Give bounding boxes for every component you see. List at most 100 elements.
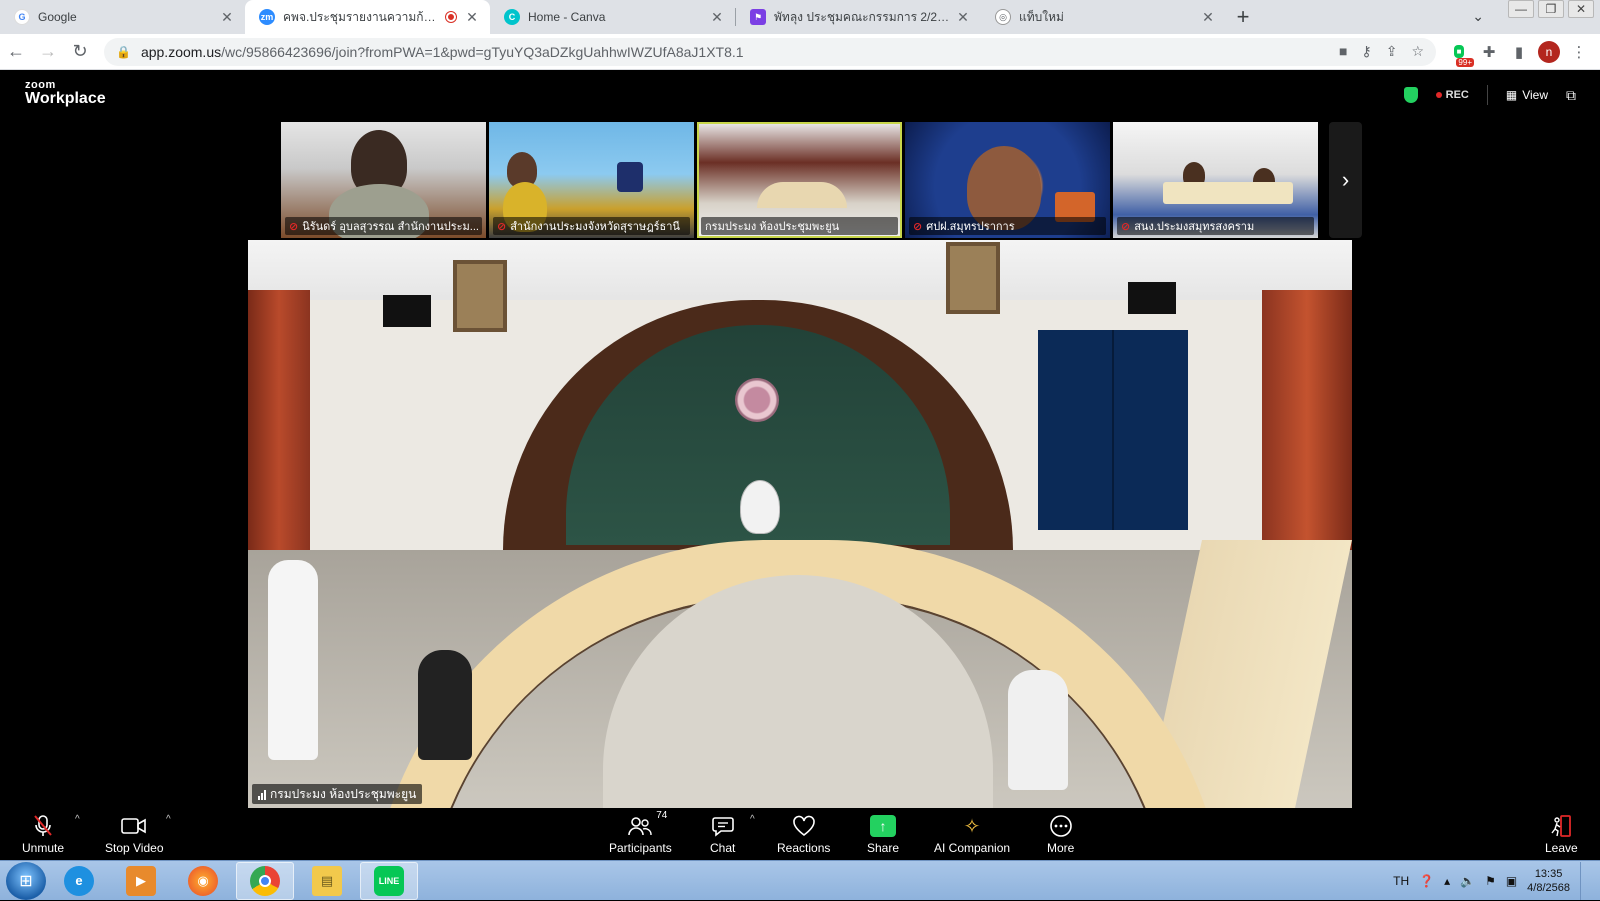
clock-time: 13:35 (1534, 868, 1563, 880)
back-arrow-icon[interactable]: ← (0, 36, 32, 68)
chat-label: Chat (710, 841, 736, 855)
taskbar-firefox[interactable]: ◉ (174, 862, 232, 900)
more-dots-icon (1049, 814, 1073, 838)
reload-icon[interactable]: ↻ (64, 36, 96, 68)
share-page-icon[interactable]: ⇪ (1386, 43, 1398, 60)
video-thumbnail-active[interactable]: กรมประมง ห้องประชุมพะยูน (697, 122, 902, 238)
zoom-logo-workplace: Workplace (25, 90, 106, 107)
tab-phatthalung-meeting[interactable]: ⚑ พัทลุง ประชุมคณะกรรมการ 2/2568 - ✕ (736, 0, 981, 34)
close-icon[interactable]: ✕ (464, 9, 480, 26)
screen-display (617, 162, 643, 192)
meeting-table (1163, 182, 1293, 204)
chairperson-figure (740, 480, 780, 534)
more-label: More (1047, 841, 1075, 855)
system-tray: TH ❓ ▴ 🔈 ⚑ ▣ 13:35 4/8/2568 (1393, 861, 1592, 901)
help-icon[interactable]: ❓ (1419, 874, 1434, 888)
volume-icon[interactable]: 🔈 (1460, 874, 1475, 888)
ai-companion-button[interactable]: ✧ AI Companion (934, 814, 1011, 856)
bookmark-star-icon[interactable]: ☆ (1411, 43, 1424, 60)
leave-button[interactable]: Leave (1545, 814, 1578, 855)
taskbar-internet-explorer[interactable]: e (50, 862, 108, 900)
side-panel-icon[interactable]: ▮ (1504, 37, 1534, 67)
video-thumbnail[interactable]: ⊘ สนง.ประมงสมุทรสงคราม (1113, 122, 1318, 238)
internet-explorer-icon: e (64, 865, 94, 896)
restore-button[interactable]: ❐ (1538, 0, 1564, 18)
participants-button[interactable]: 74 Participants (609, 810, 672, 855)
media-player-icon: ▶ (126, 865, 156, 896)
close-icon[interactable]: ✕ (955, 9, 971, 26)
standing-person (268, 560, 318, 760)
chrome-menu-icon[interactable]: ⋮ (1564, 37, 1594, 67)
mic-muted-icon: ⊘ (1121, 220, 1131, 233)
extension-badge: 99+ (1456, 57, 1474, 67)
view-button[interactable]: ▦ View (1506, 88, 1548, 102)
wall-speaker (1128, 282, 1176, 314)
tab-new-tab[interactable]: ◎ แท็บใหม่ ✕ (981, 0, 1226, 34)
share-button[interactable]: ↑ Share (867, 814, 899, 855)
close-icon[interactable]: ✕ (219, 9, 235, 26)
tab-title: Google (38, 10, 77, 24)
participant-name: ศปฝ.สมุทรปราการ (926, 221, 1015, 233)
profile-avatar[interactable]: n (1534, 37, 1564, 67)
language-indicator[interactable]: TH (1393, 874, 1409, 888)
unmute-button[interactable]: Unmute (22, 814, 64, 855)
extensions-puzzle-icon[interactable]: ✚ (1474, 37, 1504, 67)
taskbar-chrome[interactable] (236, 861, 294, 900)
url-host: app.zoom.us (140, 43, 222, 60)
system-clock[interactable]: 13:35 4/8/2568 (1527, 867, 1570, 895)
action-center-flag-icon[interactable]: ⚑ (1485, 874, 1496, 888)
tray-overflow-chevron-icon[interactable]: ▴ (1444, 874, 1450, 888)
participant-name: สำนักงานประมงจังหวัดสุราษฎร์ธานี (510, 221, 680, 233)
chat-button[interactable]: Chat (710, 814, 735, 855)
close-window-button[interactable]: ✕ (1568, 0, 1594, 18)
tab-google[interactable]: G Google ✕ (0, 0, 245, 34)
address-bar[interactable]: 🔒 app.zoom.us /wc/95866423696/join?fromP… (104, 37, 1436, 66)
ai-companion-label: AI Companion (934, 841, 1011, 855)
video-options-chevron-icon[interactable]: ^ (166, 814, 171, 825)
close-icon[interactable]: ✕ (709, 9, 725, 26)
taskbar-line[interactable]: LINE (360, 861, 418, 900)
google-icon: G (14, 9, 30, 25)
taskbar-file-explorer[interactable]: ▤ (298, 862, 356, 900)
lock-icon[interactable]: 🔒 (116, 45, 131, 59)
show-desktop-button[interactable] (1580, 862, 1592, 900)
chat-options-chevron-icon[interactable]: ^ (750, 814, 755, 825)
stop-video-button[interactable]: Stop Video (105, 814, 164, 855)
video-thumbnail[interactable]: ⊘ สำนักงานประมงจังหวัดสุราษฎร์ธานี (489, 122, 694, 238)
camera-blocked-icon[interactable]: ■ (1339, 43, 1347, 60)
extension-line-icon[interactable]: ■ 99+ (1444, 37, 1474, 67)
tab-zoom-meeting[interactable]: zm คพจ.ประชุมรายงานความก้าวหน้ ✕ (245, 0, 490, 34)
tab-canva[interactable]: C Home - Canva ✕ (490, 0, 735, 34)
new-tab-button[interactable]: + (1226, 0, 1260, 34)
network-icon[interactable]: ▣ (1506, 874, 1517, 888)
speaker-name: กรมประมง ห้องประชุมพะยูน (270, 786, 417, 801)
video-thumbnail[interactable]: ⊘ ศปฝ.สมุทรปราการ (905, 122, 1110, 238)
clock-date: 4/8/2568 (1527, 882, 1570, 894)
portrait-frame (453, 260, 507, 332)
browser-tab-strip: G Google ✕ zm คพจ.ประชุมรายงานความก้าวหน… (0, 0, 1600, 34)
grid-view-icon: ▦ (1505, 88, 1518, 102)
main-video[interactable]: กรมประมง ห้องประชุมพะยูน (248, 240, 1352, 808)
recording-indicator[interactable]: REC (1435, 89, 1469, 101)
reactions-button[interactable]: Reactions (777, 814, 830, 855)
more-button[interactable]: More (1047, 814, 1074, 855)
tab-search-chevron-icon[interactable]: ⌄ (1472, 8, 1484, 25)
participants-label: Participants (609, 841, 672, 855)
participant-thumbnails: ⊘ นิรันดร์ อุบลสุวรรณ สำนักงานประม... ⊘ สำ… (281, 122, 1321, 238)
audio-options-chevron-icon[interactable]: ^ (75, 814, 80, 825)
close-icon[interactable]: ✕ (1200, 9, 1216, 26)
leave-label: Leave (1545, 841, 1578, 855)
taskbar-media-player[interactable]: ▶ (112, 862, 170, 900)
popout-window-icon[interactable]: ⧉ (1566, 87, 1576, 104)
header-divider (1486, 85, 1488, 105)
key-icon[interactable]: ⚷ (1361, 43, 1371, 60)
tab-title: คพจ.ประชุมรายงานความก้าวหน้ (283, 9, 438, 24)
forward-arrow-icon[interactable]: → (32, 36, 64, 68)
meeting-table (757, 182, 847, 208)
next-thumbnails-chevron-icon[interactable]: › (1329, 122, 1362, 238)
video-thumbnail[interactable]: ⊘ นิรันดร์ อุบลสุวรรณ สำนักงานประม... (281, 122, 486, 238)
security-shield-icon[interactable] (1403, 87, 1418, 103)
minimize-button[interactable]: — (1508, 0, 1534, 18)
view-label: View (1522, 88, 1548, 102)
start-button-windows-icon[interactable]: ⊞ (6, 861, 46, 900)
